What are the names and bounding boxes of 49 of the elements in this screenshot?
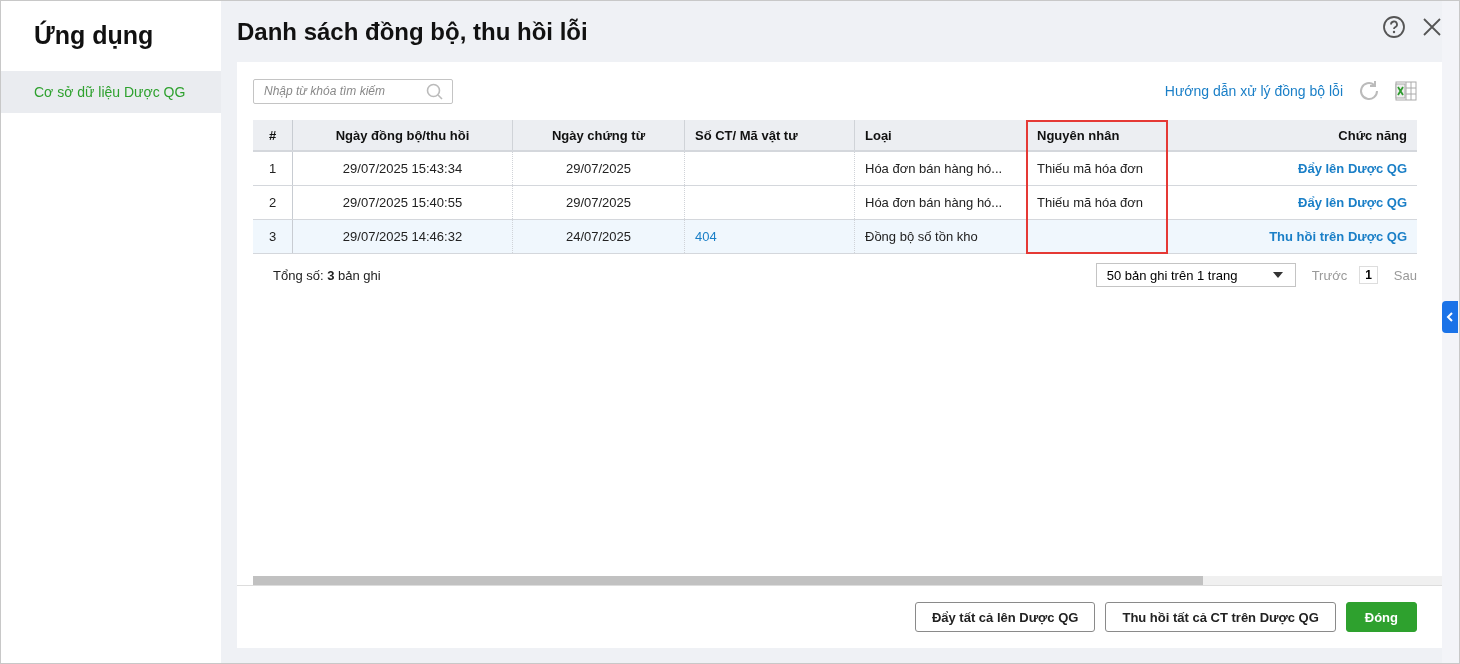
scrollbar-thumb[interactable] xyxy=(253,576,1203,585)
close-icon[interactable] xyxy=(1422,16,1442,37)
search-icon xyxy=(426,82,444,101)
row-number: 3 xyxy=(268,229,277,244)
search-field[interactable]: Nhập từ khóa tìm kiếm xyxy=(253,78,453,104)
document-date: 29/07/2025 xyxy=(565,161,632,176)
column-header: Nguyên nhân xyxy=(1027,120,1167,150)
action-link[interactable]: Thu hồi trên Dược QG xyxy=(1269,229,1407,244)
sync-time: 29/07/2025 15:43:34 xyxy=(342,161,463,176)
column-header: Ngày đồng bộ/thu hồi xyxy=(293,120,513,150)
reason-cell: Thiếu mã hóa đơn xyxy=(1037,161,1144,176)
row-number: 2 xyxy=(268,195,277,210)
reason-cell: Thiếu mã hóa đơn xyxy=(1037,195,1144,210)
sidebar-title: Ứng dụng xyxy=(33,19,155,51)
document-date: 24/07/2025 xyxy=(565,229,632,244)
table-row[interactable]: 1 29/07/2025 15:43:34 29/07/2025 Hóa đơn bán hàng hó... Thiếu mã hóa đơn Đẩy lên Dược QG xyxy=(253,152,1417,186)
next-page-link[interactable]: Sau xyxy=(1393,267,1417,283)
column-header: Chức năng xyxy=(1337,126,1408,145)
type-cell: Đồng bộ số tồn kho xyxy=(865,229,978,244)
column-header: Ngày chứng từ xyxy=(513,120,685,150)
dropdown-caret-icon xyxy=(1272,272,1283,278)
horizontal-scrollbar[interactable] xyxy=(253,576,1442,585)
help-link[interactable]: Hướng dẫn xử lý đồng bộ lỗi xyxy=(1164,83,1343,99)
sync-time: 29/07/2025 14:46:32 xyxy=(342,229,463,244)
action-button[interactable]: Thu hồi tất cả CT trên Dược QG xyxy=(1105,602,1336,632)
refresh-icon[interactable] xyxy=(1357,79,1381,103)
document-number[interactable]: 404 xyxy=(695,229,717,244)
help-icon[interactable] xyxy=(1382,14,1406,39)
action-link[interactable]: Đẩy lên Dược QG xyxy=(1298,195,1407,210)
document-date: 29/07/2025 xyxy=(565,195,632,210)
action-button[interactable]: Đẩy tất cả lên Dược QG xyxy=(914,602,1096,632)
table-row[interactable]: 3 29/07/2025 14:46:32 24/07/2025 404 Đồng bộ số tồn kho Thu hồi trên Dược QG xyxy=(253,220,1417,254)
excel-export-icon[interactable] xyxy=(1395,80,1417,102)
column-header: Loại xyxy=(855,120,1027,150)
column-header: # xyxy=(253,120,293,150)
page-size-select[interactable]: 50 bản ghi trên 1 trang xyxy=(1095,263,1296,287)
total-count: Tổng số: 3 bản ghi xyxy=(273,267,381,283)
type-cell: Hóa đơn bán hàng hó... xyxy=(865,161,1003,176)
row-number: 1 xyxy=(268,161,277,176)
sidebar-item[interactable]: Cơ sở dữ liệu Dược QG xyxy=(1,71,221,113)
expand-panel-tab[interactable] xyxy=(1442,301,1458,333)
dialog-title: Danh sách đồng bộ, thu hồi lỗi xyxy=(237,17,588,46)
current-page[interactable]: 1 xyxy=(1359,266,1378,284)
chevron-left-icon xyxy=(1446,312,1454,322)
column-header: Số CT/ Mã vật tư xyxy=(685,120,855,150)
close-button[interactable]: Đóng xyxy=(1345,602,1417,632)
type-cell: Hóa đơn bán hàng hó... xyxy=(865,195,1003,210)
action-link[interactable]: Đẩy lên Dược QG xyxy=(1298,161,1407,176)
sync-time: 29/07/2025 15:40:55 xyxy=(342,195,463,210)
